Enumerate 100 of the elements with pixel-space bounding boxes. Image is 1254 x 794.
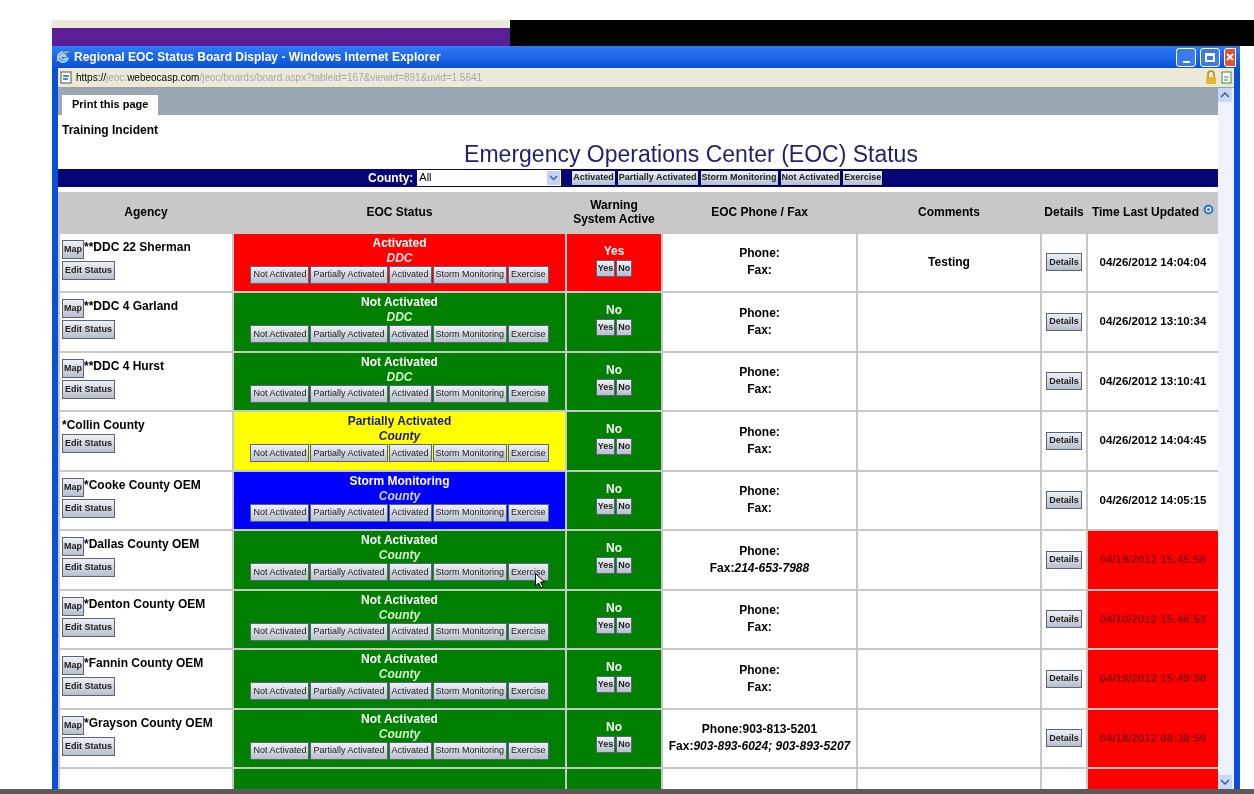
details-button[interactable]: Details [1046,729,1082,748]
filter-button[interactable]: Partially Activated [616,169,699,186]
edit-status-button[interactable]: Edit Status [62,677,115,696]
warning-button[interactable]: Yes [595,497,616,515]
warning-button[interactable]: No [616,497,633,515]
county-select[interactable]: All [417,169,562,186]
map-button[interactable]: Map [62,239,84,259]
map-button[interactable]: Map [62,477,84,497]
status-button[interactable]: Activated [388,503,432,522]
scrollbar[interactable] [1218,88,1234,789]
status-button[interactable]: Activated [388,384,432,403]
status-button[interactable]: Activated [388,325,432,343]
status-button[interactable]: Storm Monitoring [432,384,508,403]
map-button[interactable]: Map [62,537,84,556]
warning-button[interactable]: Yes [595,557,616,574]
edit-status-button[interactable]: Edit Status [62,617,115,637]
details-button[interactable]: Details [1046,253,1082,272]
status-button[interactable]: Not Activated [250,682,310,700]
status-button[interactable]: Storm Monitoring [432,265,508,284]
filter-button[interactable]: Activated [571,169,616,186]
details-button[interactable]: Details [1046,550,1082,569]
edit-status-button[interactable]: Edit Status [62,379,115,399]
filter-button[interactable]: Exercise [842,169,884,186]
warning-button[interactable]: No [616,676,633,693]
details-button[interactable]: Details [1046,669,1082,688]
warning-button[interactable]: No [616,319,633,336]
minimize-button[interactable] [1176,47,1196,67]
status-button[interactable]: Exercise [508,741,549,760]
status-button[interactable]: Partially Activated [310,741,388,760]
warning-button[interactable]: Yes [595,259,616,277]
details-button[interactable]: Details [1046,431,1082,450]
filter-button[interactable]: Storm Monitoring [699,169,779,186]
status-button[interactable]: Partially Activated [310,682,388,700]
status-button[interactable]: Activated [388,563,432,581]
status-button[interactable]: Activated [388,622,432,641]
edit-status-button[interactable]: Edit Status [62,498,115,518]
warning-button[interactable]: Yes [595,735,616,753]
close-button[interactable] [1224,47,1236,67]
status-button[interactable]: Storm Monitoring [432,503,508,522]
status-button[interactable]: Activated [388,265,432,284]
status-button[interactable]: Not Activated [250,444,310,462]
warning-button[interactable]: Yes [595,319,616,336]
status-button[interactable]: Partially Activated [310,444,388,462]
edit-status-button[interactable]: Edit Status [62,260,115,280]
status-button[interactable]: Exercise [508,444,549,462]
warning-button[interactable]: Yes [595,438,616,455]
status-button[interactable]: Exercise [508,325,549,343]
edit-status-button[interactable]: Edit Status [62,434,115,453]
status-button[interactable]: Storm Monitoring [432,741,508,760]
map-button[interactable]: Map [62,596,84,616]
details-button[interactable]: Details [1046,610,1082,629]
warning-button[interactable]: No [616,557,633,574]
status-button[interactable]: Exercise [508,682,549,700]
edit-status-button[interactable]: Edit Status [62,736,115,756]
map-button[interactable]: Map [62,715,84,735]
status-button[interactable]: Exercise [508,265,549,284]
warning-button[interactable]: Yes [595,378,616,396]
status-button[interactable]: Partially Activated [310,563,388,581]
scroll-up-icon[interactable] [1218,88,1232,102]
maximize-button[interactable] [1200,47,1220,67]
status-button[interactable]: Storm Monitoring [432,325,508,343]
status-button[interactable]: Not Activated [250,265,310,284]
status-button[interactable]: Storm Monitoring [432,444,508,462]
status-button[interactable]: Not Activated [250,503,310,522]
status-button[interactable]: Partially Activated [310,265,388,284]
warning-button[interactable]: No [616,378,633,396]
scroll-down-icon[interactable] [1218,775,1232,789]
status-button[interactable]: Partially Activated [310,622,388,641]
status-button[interactable]: Activated [388,682,432,700]
edit-status-button[interactable]: Edit Status [62,320,115,339]
status-button[interactable]: Exercise [508,384,549,403]
status-button[interactable]: Storm Monitoring [432,563,508,581]
status-button[interactable]: Partially Activated [310,325,388,343]
map-button[interactable]: Map [62,358,84,378]
status-button[interactable]: Exercise [508,503,549,522]
status-button[interactable]: Not Activated [250,384,310,403]
warning-button[interactable]: No [616,735,633,753]
warning-button[interactable]: No [616,438,633,455]
status-button[interactable]: Not Activated [250,563,310,581]
status-button[interactable]: Partially Activated [310,503,388,522]
status-button[interactable]: Partially Activated [310,384,388,403]
status-button[interactable]: Not Activated [250,741,310,760]
warning-button[interactable]: No [616,616,633,634]
map-button[interactable]: Map [62,656,84,675]
map-button[interactable]: Map [62,299,84,318]
status-button[interactable]: Storm Monitoring [432,622,508,641]
status-button[interactable]: Not Activated [250,622,310,641]
print-tab[interactable]: Print this page [62,94,159,115]
status-button[interactable]: Storm Monitoring [432,682,508,700]
help-icon[interactable] [1203,204,1215,215]
status-button[interactable]: Activated [388,741,432,760]
filter-button[interactable]: Not Activated [779,169,842,186]
status-button[interactable]: Exercise [508,563,549,581]
details-button[interactable]: Details [1046,312,1082,331]
warning-button[interactable]: Yes [595,676,616,693]
details-button[interactable]: Details [1046,491,1082,510]
edit-status-button[interactable]: Edit Status [62,558,115,577]
status-button[interactable]: Activated [388,444,432,462]
warning-button[interactable]: Yes [595,616,616,634]
warning-button[interactable]: No [616,259,633,277]
